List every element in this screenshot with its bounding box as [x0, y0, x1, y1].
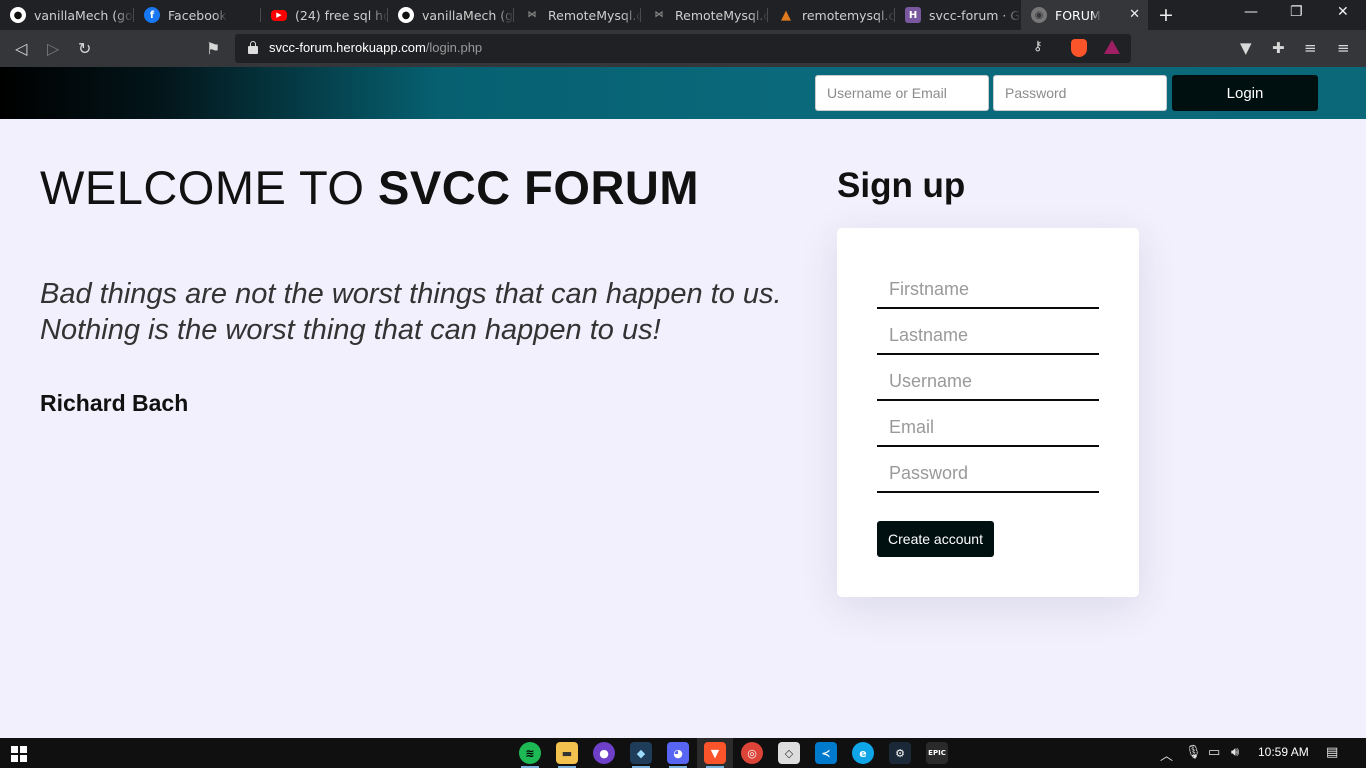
signup-card: Create account	[837, 228, 1139, 597]
triangle-icon: ▲	[781, 7, 791, 23]
welcome-prefix: WELCOME TO	[40, 161, 379, 214]
firstname-field[interactable]	[877, 271, 1099, 309]
discord-icon[interactable]: ◕	[667, 742, 689, 768]
quote-line: Nothing is the worst thing that can happ…	[40, 314, 661, 346]
login-button[interactable]: Login	[1172, 75, 1318, 111]
tab-title: (24) free sql hosting...	[295, 7, 388, 23]
browser-tab-bar: ● vanillaMech (golden... f Facebook ▶ (2…	[0, 0, 1366, 30]
vscode-alt-icon[interactable]: ◆	[630, 742, 652, 768]
site-header: Login	[0, 67, 1366, 119]
header-password-input[interactable]	[993, 75, 1167, 111]
volume-icon[interactable]: 🔊︎	[1231, 745, 1239, 760]
brave-icon[interactable]: ▼	[704, 742, 726, 768]
media-queue-icon[interactable]: ≡	[1304, 39, 1317, 57]
spotify-icon[interactable]: ≋	[519, 742, 541, 768]
vpn-icon[interactable]: ▼	[1240, 39, 1252, 57]
tab-title: FORUM	[1055, 7, 1101, 23]
extensions-icon[interactable]: ✚	[1272, 39, 1285, 57]
windows-taskbar: ≋ ▬ ● ◆ ◕ ▼ ◎ ◇ ≺ e ⚙ EPIC ︿ 🎙︎ ▭ 🔊︎ 10:…	[0, 738, 1366, 768]
new-tab-icon[interactable]: +	[1158, 4, 1174, 26]
menu-icon[interactable]: ≡	[1337, 39, 1350, 57]
epic-games-icon[interactable]: EPIC	[926, 742, 948, 764]
microphone-icon[interactable]: 🎙︎	[1185, 745, 1202, 760]
chrome-icon[interactable]: ◎	[741, 742, 763, 764]
forward-icon[interactable]: ▷	[47, 39, 59, 58]
brave-rewards-icon[interactable]	[1104, 40, 1120, 54]
file-explorer-icon[interactable]: ▬	[556, 742, 578, 768]
browser-tab[interactable]: ● vanillaMech (golden...	[388, 0, 514, 30]
forum-brand: SVCC FORUM	[378, 161, 699, 214]
key-icon[interactable]: ⚷	[1033, 39, 1043, 54]
browser-tab[interactable]: ● vanillaMech (golden...	[0, 0, 134, 30]
browser-tab[interactable]: f Facebook	[134, 0, 261, 30]
url-text: svcc-forum.herokuapp.com/login.php	[269, 40, 483, 55]
signup-title: Sign up	[837, 166, 966, 205]
clock[interactable]: 10:59 AM	[1258, 745, 1309, 759]
brave-shields-icon[interactable]	[1071, 39, 1087, 57]
steam-icon[interactable]: ⚙	[889, 742, 911, 764]
browser-tab-active[interactable]: ◉ FORUM ✕	[1021, 0, 1148, 30]
lock-icon	[248, 41, 258, 54]
tab-title: remotemysql.com	[802, 7, 895, 23]
tab-title: RemoteMysql.com	[548, 7, 641, 23]
browser-tab[interactable]: H svcc-forum · GitHub	[895, 0, 1021, 30]
minimize-icon[interactable]: —	[1244, 4, 1258, 20]
username-field[interactable]	[877, 363, 1099, 401]
edge-icon[interactable]: e	[852, 742, 874, 764]
github-desktop-icon[interactable]: ●	[593, 742, 615, 764]
github-icon: ●	[398, 7, 414, 23]
tab-title: Facebook	[168, 7, 227, 23]
remotemysql-icon: ⋈	[654, 10, 664, 20]
notifications-icon[interactable]: ▤	[1326, 745, 1338, 760]
quote-text: Bad things are not the worst things that…	[40, 276, 800, 348]
browser-tab[interactable]: ⋈ RemoteMysql.com	[641, 0, 768, 30]
browser-tab[interactable]: ⋈ RemoteMysql.com	[514, 0, 641, 30]
browser-tab[interactable]: ▲ remotemysql.com	[768, 0, 895, 30]
roblox-icon[interactable]: ◇	[778, 742, 800, 764]
restore-icon[interactable]: ❐	[1290, 4, 1303, 20]
bookmark-icon[interactable]: ⚑	[206, 39, 220, 58]
close-tab-icon[interactable]: ✕	[1129, 7, 1140, 22]
facebook-icon: f	[144, 7, 160, 23]
back-icon[interactable]: ◁	[15, 39, 27, 58]
github-icon: ●	[10, 7, 26, 23]
create-account-button[interactable]: Create account	[877, 521, 994, 557]
email-field[interactable]	[877, 409, 1099, 447]
youtube-icon: ▶	[271, 9, 287, 21]
welcome-heading: WELCOME TO SVCC FORUM	[40, 160, 699, 215]
tray-expand-icon[interactable]: ︿	[1160, 745, 1173, 764]
tab-title: vanillaMech (golden...	[422, 7, 514, 23]
remotemysql-icon: ⋈	[527, 10, 537, 20]
quote-line: Bad things are not the worst things that…	[40, 278, 782, 310]
header-username-input[interactable]	[815, 75, 989, 111]
quote-author: Richard Bach	[40, 390, 189, 416]
tab-title: svcc-forum · GitHub	[929, 7, 1021, 23]
window-close-icon[interactable]: ✕	[1337, 4, 1349, 20]
vscode-icon[interactable]: ≺	[815, 742, 837, 764]
network-icon[interactable]: ▭	[1208, 745, 1220, 760]
windows-start-icon[interactable]	[11, 746, 27, 762]
browser-toolbar: ◁ ▷ ↻ ⚑ svcc-forum.herokuapp.com/login.p…	[0, 30, 1366, 67]
browser-tab[interactable]: ▶ (24) free sql hosting...	[261, 0, 388, 30]
password-field[interactable]	[877, 455, 1099, 493]
address-bar[interactable]: svcc-forum.herokuapp.com/login.php ⚷	[235, 34, 1131, 63]
tab-title: RemoteMysql.com	[675, 7, 768, 23]
lastname-field[interactable]	[877, 317, 1099, 355]
reload-icon[interactable]: ↻	[78, 39, 91, 58]
tab-title: vanillaMech (golden...	[34, 7, 134, 23]
globe-icon: ◉	[1031, 7, 1047, 23]
heroku-icon: H	[905, 7, 921, 23]
